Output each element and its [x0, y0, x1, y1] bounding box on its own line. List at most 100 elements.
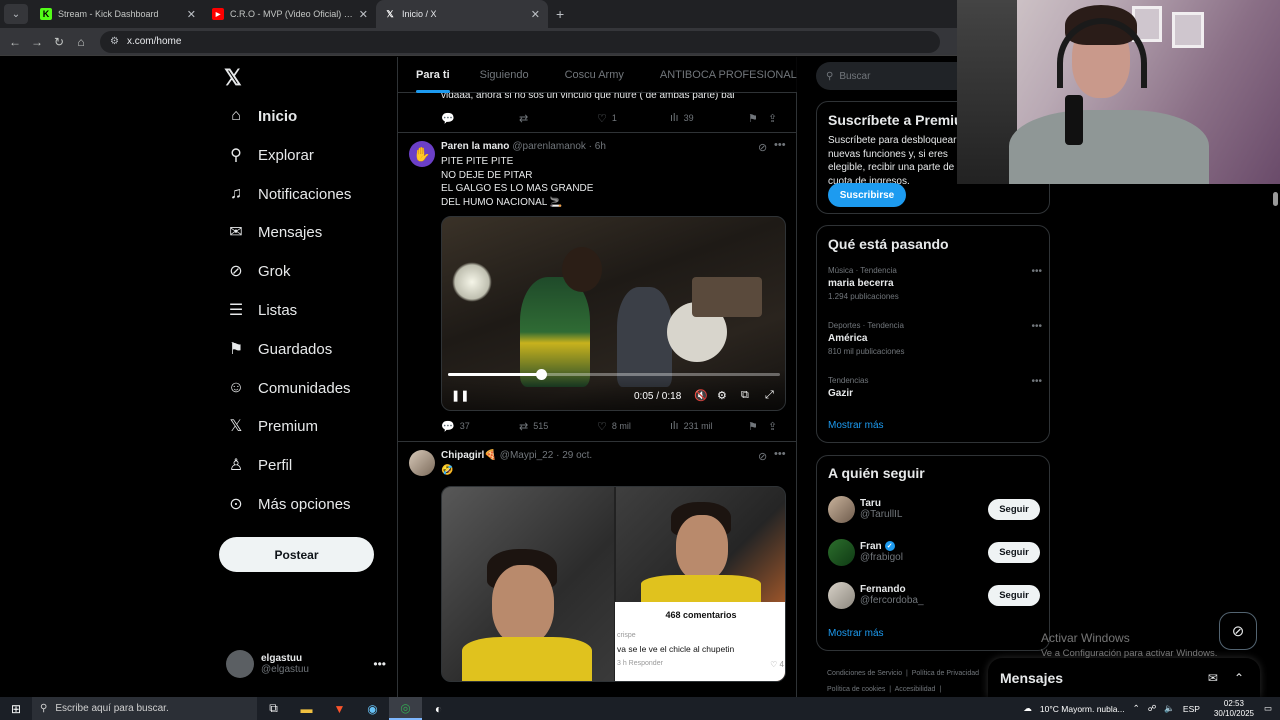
video-scrubber[interactable] [535, 369, 547, 380]
grok-icon[interactable]: ⊘ [1219, 612, 1257, 650]
footer-link[interactable]: Política de cookies [827, 686, 885, 693]
trend-item[interactable]: Tendencias Gazir ••• [828, 376, 1042, 399]
expand-icon[interactable]: ⌃ [1234, 671, 1244, 685]
tab-antiboca-profesional[interactable]: ANTIBOCA PROFESIONAL [660, 57, 797, 93]
obs-icon[interactable]: ◐ [422, 697, 455, 720]
views-button[interactable]: ılı 39 [670, 112, 748, 124]
account-switcher[interactable]: elgastuu @elgastuu ••• [226, 649, 386, 679]
author-name[interactable]: Chipagirl🍕 [441, 450, 497, 461]
windows-start-icon[interactable]: ⊞ [0, 702, 32, 716]
settings-icon[interactable]: ⚙ [717, 389, 727, 402]
retweet-button[interactable]: ⇄ 515 [519, 420, 597, 433]
site-info-icon[interactable]: ⚙ [110, 36, 119, 47]
clock[interactable]: 02:53 30/10/2025 [1214, 699, 1254, 719]
messages-drawer[interactable]: Mensajes ✉ ⌃ [988, 658, 1260, 697]
nav-item-mas-opciones[interactable]: ⊙ Más opciones [226, 491, 350, 517]
weather-text[interactable]: 10°C Mayorm. nubla... [1040, 704, 1125, 714]
avatar[interactable]: ✋ [409, 141, 435, 167]
tab-para-ti[interactable]: Para ti [416, 57, 450, 93]
chevron-up-icon[interactable]: ⌃ [1133, 703, 1140, 714]
x-logo-icon[interactable]: 𝕏 [224, 65, 242, 91]
steam-icon[interactable]: ◉ [356, 697, 389, 720]
reply-button[interactable]: 💬 37 [441, 420, 519, 433]
follow-suggestion[interactable]: Fernando @fercordoba_ Seguir [828, 580, 1040, 610]
trend-item[interactable]: Música · Tendencia maria becerra 1.294 p… [828, 266, 1042, 301]
reply-button[interactable]: 💬 [441, 112, 519, 125]
tab-search-icon[interactable]: ⌄ [4, 4, 28, 24]
new-message-icon[interactable]: ✉ [1208, 671, 1218, 685]
more-icon[interactable]: ••• [1031, 266, 1042, 277]
close-tab-icon[interactable]: ✕ [531, 8, 540, 21]
picture-in-picture-icon[interactable]: ⧉ [741, 389, 749, 402]
tweet-image[interactable]: 468 comentarios crispe va se le ve el ch… [441, 486, 786, 682]
trend-item[interactable]: Deportes · Tendencia América 810 mil pub… [828, 321, 1042, 356]
nav-item-inicio[interactable]: ⌂ Inicio [226, 103, 297, 129]
language-indicator[interactable]: ESP [1183, 704, 1200, 714]
browser-tab-youtube[interactable]: ▶ C.R.O - MVP (Video Oficial) - YouTube … [204, 0, 376, 28]
chrome-icon[interactable]: ◎ [389, 697, 422, 720]
home-page-icon[interactable]: ⌂ [70, 35, 92, 49]
like-button[interactable]: ♡ 8 mil [597, 420, 670, 433]
bookmark-button[interactable]: ⚑ [748, 420, 768, 433]
nav-item-listas[interactable]: ☰ Listas [226, 297, 297, 323]
nav-item-mensajes[interactable]: ✉ Mensajes [226, 219, 322, 245]
nav-item-explorar[interactable]: ⚲ Explorar [226, 142, 314, 168]
back-icon[interactable]: ← [4, 35, 26, 49]
taskbar-search[interactable]: ⚲ Escribe aquí para buscar. [32, 697, 257, 720]
footer-link[interactable]: Condiciones de Servicio [827, 670, 902, 677]
url-field[interactable]: ⚙ x.com/home [100, 30, 940, 53]
author-name[interactable]: Paren la mano [441, 141, 509, 152]
author-handle[interactable]: @parenlamanok · 6h [512, 141, 606, 152]
new-tab-button[interactable]: + [556, 6, 564, 22]
notifications-icon[interactable]: ▭ [1264, 703, 1272, 714]
follow-suggestion[interactable]: Fran ✓ @frabigol Seguir [828, 537, 1040, 567]
footer-link[interactable]: Política de Privacidad [912, 670, 979, 677]
nav-item-perfil[interactable]: ♙ Perfil [226, 452, 292, 478]
weather-icon[interactable]: ☁ [1023, 703, 1032, 714]
pause-icon[interactable]: ❚❚ [451, 389, 469, 402]
author-handle[interactable]: @Maypi_22 · 29 oct. [500, 450, 592, 461]
tab-siguiendo[interactable]: Siguiendo [480, 57, 529, 93]
task-view-icon[interactable]: ⧉ [257, 697, 290, 720]
nav-item-premium[interactable]: 𝕏 Premium [226, 413, 318, 439]
browser-tab-kick[interactable]: K Stream - Kick Dashboard ✕ [32, 0, 204, 28]
follow-button[interactable]: Seguir [988, 584, 1040, 606]
speaker-icon[interactable]: 🔈 [1164, 703, 1175, 714]
more-icon[interactable]: ••• [774, 448, 786, 460]
grok-explain-icon[interactable]: ⊘ [758, 450, 767, 463]
follow-button[interactable]: Seguir [988, 541, 1040, 563]
tab-coscu-army[interactable]: Coscu Army [565, 57, 624, 93]
like-button[interactable]: ♡ 1 [597, 112, 670, 125]
footer-link[interactable]: Accesibilidad [895, 686, 936, 693]
nav-item-grok[interactable]: ⊘ Grok [226, 258, 290, 284]
views-button[interactable]: ılı 231 mil [670, 420, 748, 432]
nav-item-guardados[interactable]: ⚑ Guardados [226, 336, 332, 362]
more-icon[interactable]: ••• [774, 139, 786, 151]
retweet-button[interactable]: ⇄ [519, 112, 597, 125]
scrollbar-thumb[interactable] [1273, 192, 1278, 206]
fullscreen-icon[interactable]: ⤢ [765, 389, 774, 402]
file-explorer-icon[interactable]: ▬ [290, 697, 323, 720]
nav-item-comunidades[interactable]: ☺ Comunidades [226, 375, 351, 401]
follow-button[interactable]: Seguir [988, 498, 1040, 520]
browser-tab-x[interactable]: 𝕏 Inicio / X ✕ [376, 0, 548, 28]
show-more-link[interactable]: Mostrar más [828, 628, 884, 639]
network-icon[interactable]: ☍ [1148, 703, 1157, 714]
more-icon[interactable]: ••• [373, 657, 386, 671]
mute-icon[interactable]: 🔇 [694, 389, 708, 402]
more-icon[interactable]: ••• [1031, 321, 1042, 332]
forward-icon[interactable]: → [26, 35, 48, 49]
show-more-link[interactable]: Mostrar más [828, 420, 884, 431]
share-button[interactable]: ⇪ [768, 112, 782, 125]
follow-suggestion[interactable]: Taru @TarullIL Seguir [828, 494, 1040, 524]
share-button[interactable]: ⇪ [768, 420, 782, 433]
video-progress-bar[interactable] [448, 369, 780, 380]
avatar[interactable] [409, 450, 435, 476]
subscribe-button[interactable]: Suscribirse [828, 183, 906, 207]
brave-icon[interactable]: ▼ [323, 697, 356, 720]
more-icon[interactable]: ••• [1031, 376, 1042, 387]
close-tab-icon[interactable]: ✕ [359, 8, 368, 21]
grok-explain-icon[interactable]: ⊘ [758, 141, 767, 154]
reload-icon[interactable]: ↻ [48, 35, 70, 49]
post-button[interactable]: Postear [219, 537, 374, 572]
